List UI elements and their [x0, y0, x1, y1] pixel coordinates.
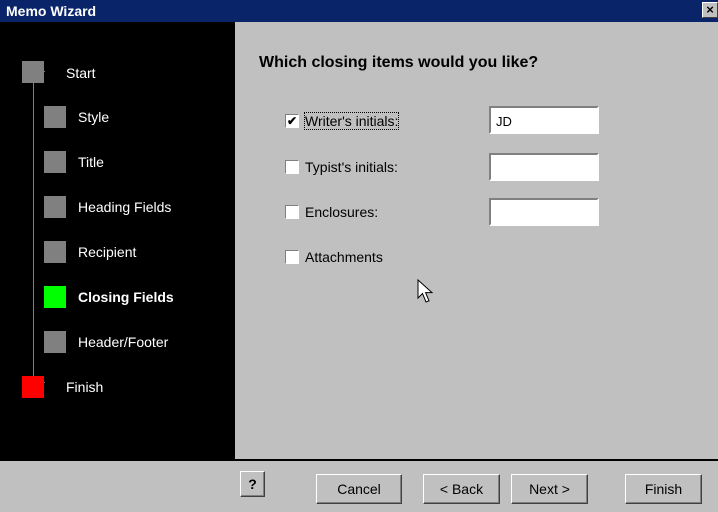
- content-panel: Which closing items would you like? ✔ Wr…: [235, 22, 718, 459]
- next-button[interactable]: Next >: [511, 474, 588, 504]
- step-label: Recipient: [78, 244, 137, 260]
- window-title: Memo Wizard: [6, 3, 97, 19]
- step-indicator-icon: [44, 196, 66, 218]
- back-button[interactable]: < Back: [423, 474, 500, 504]
- typists-initials-label[interactable]: Typist's initials:: [305, 159, 398, 175]
- title-bar: Memo Wizard ×: [0, 0, 718, 22]
- step-indicator-icon: [22, 61, 44, 83]
- step-label: Header/Footer: [78, 334, 169, 350]
- enclosures-checkbox[interactable]: [285, 205, 299, 219]
- wizard-steps-panel: Start Style Title Heading Fields Recipie…: [0, 22, 235, 459]
- step-label: Start: [66, 65, 96, 81]
- button-bar: ? Cancel < Back Next > Finish: [0, 461, 718, 512]
- step-label: Title: [78, 154, 104, 170]
- step-label: Style: [78, 109, 110, 125]
- writers-initials-label[interactable]: Writer's initials:: [303, 112, 400, 130]
- step-indicator-icon: [44, 286, 66, 308]
- enclosures-input[interactable]: [489, 198, 599, 226]
- enclosures-label[interactable]: Enclosures:: [305, 204, 378, 220]
- step-label: Closing Fields: [78, 289, 174, 305]
- writers-initials-input[interactable]: JD: [489, 106, 599, 134]
- finish-button[interactable]: Finish: [625, 474, 702, 504]
- step-label: Finish: [66, 379, 104, 395]
- writers-initials-checkbox[interactable]: ✔: [285, 114, 299, 128]
- page-heading: Which closing items would you like?: [259, 54, 539, 71]
- mouse-cursor-icon: [417, 279, 434, 303]
- step-indicator-icon: [44, 106, 66, 128]
- attachments-label[interactable]: Attachments: [305, 249, 383, 265]
- close-icon[interactable]: ×: [702, 2, 718, 18]
- step-indicator-icon: [44, 331, 66, 353]
- step-indicator-icon: [44, 241, 66, 263]
- attachments-checkbox[interactable]: [285, 250, 299, 264]
- typists-initials-input[interactable]: [489, 153, 599, 181]
- step-indicator-icon: [44, 151, 66, 173]
- help-button[interactable]: ?: [240, 471, 265, 497]
- step-connector-line: [33, 71, 34, 383]
- typists-initials-checkbox[interactable]: [285, 160, 299, 174]
- step-label: Heading Fields: [78, 199, 172, 215]
- cancel-button[interactable]: Cancel: [316, 474, 402, 504]
- step-indicator-icon: [22, 376, 44, 398]
